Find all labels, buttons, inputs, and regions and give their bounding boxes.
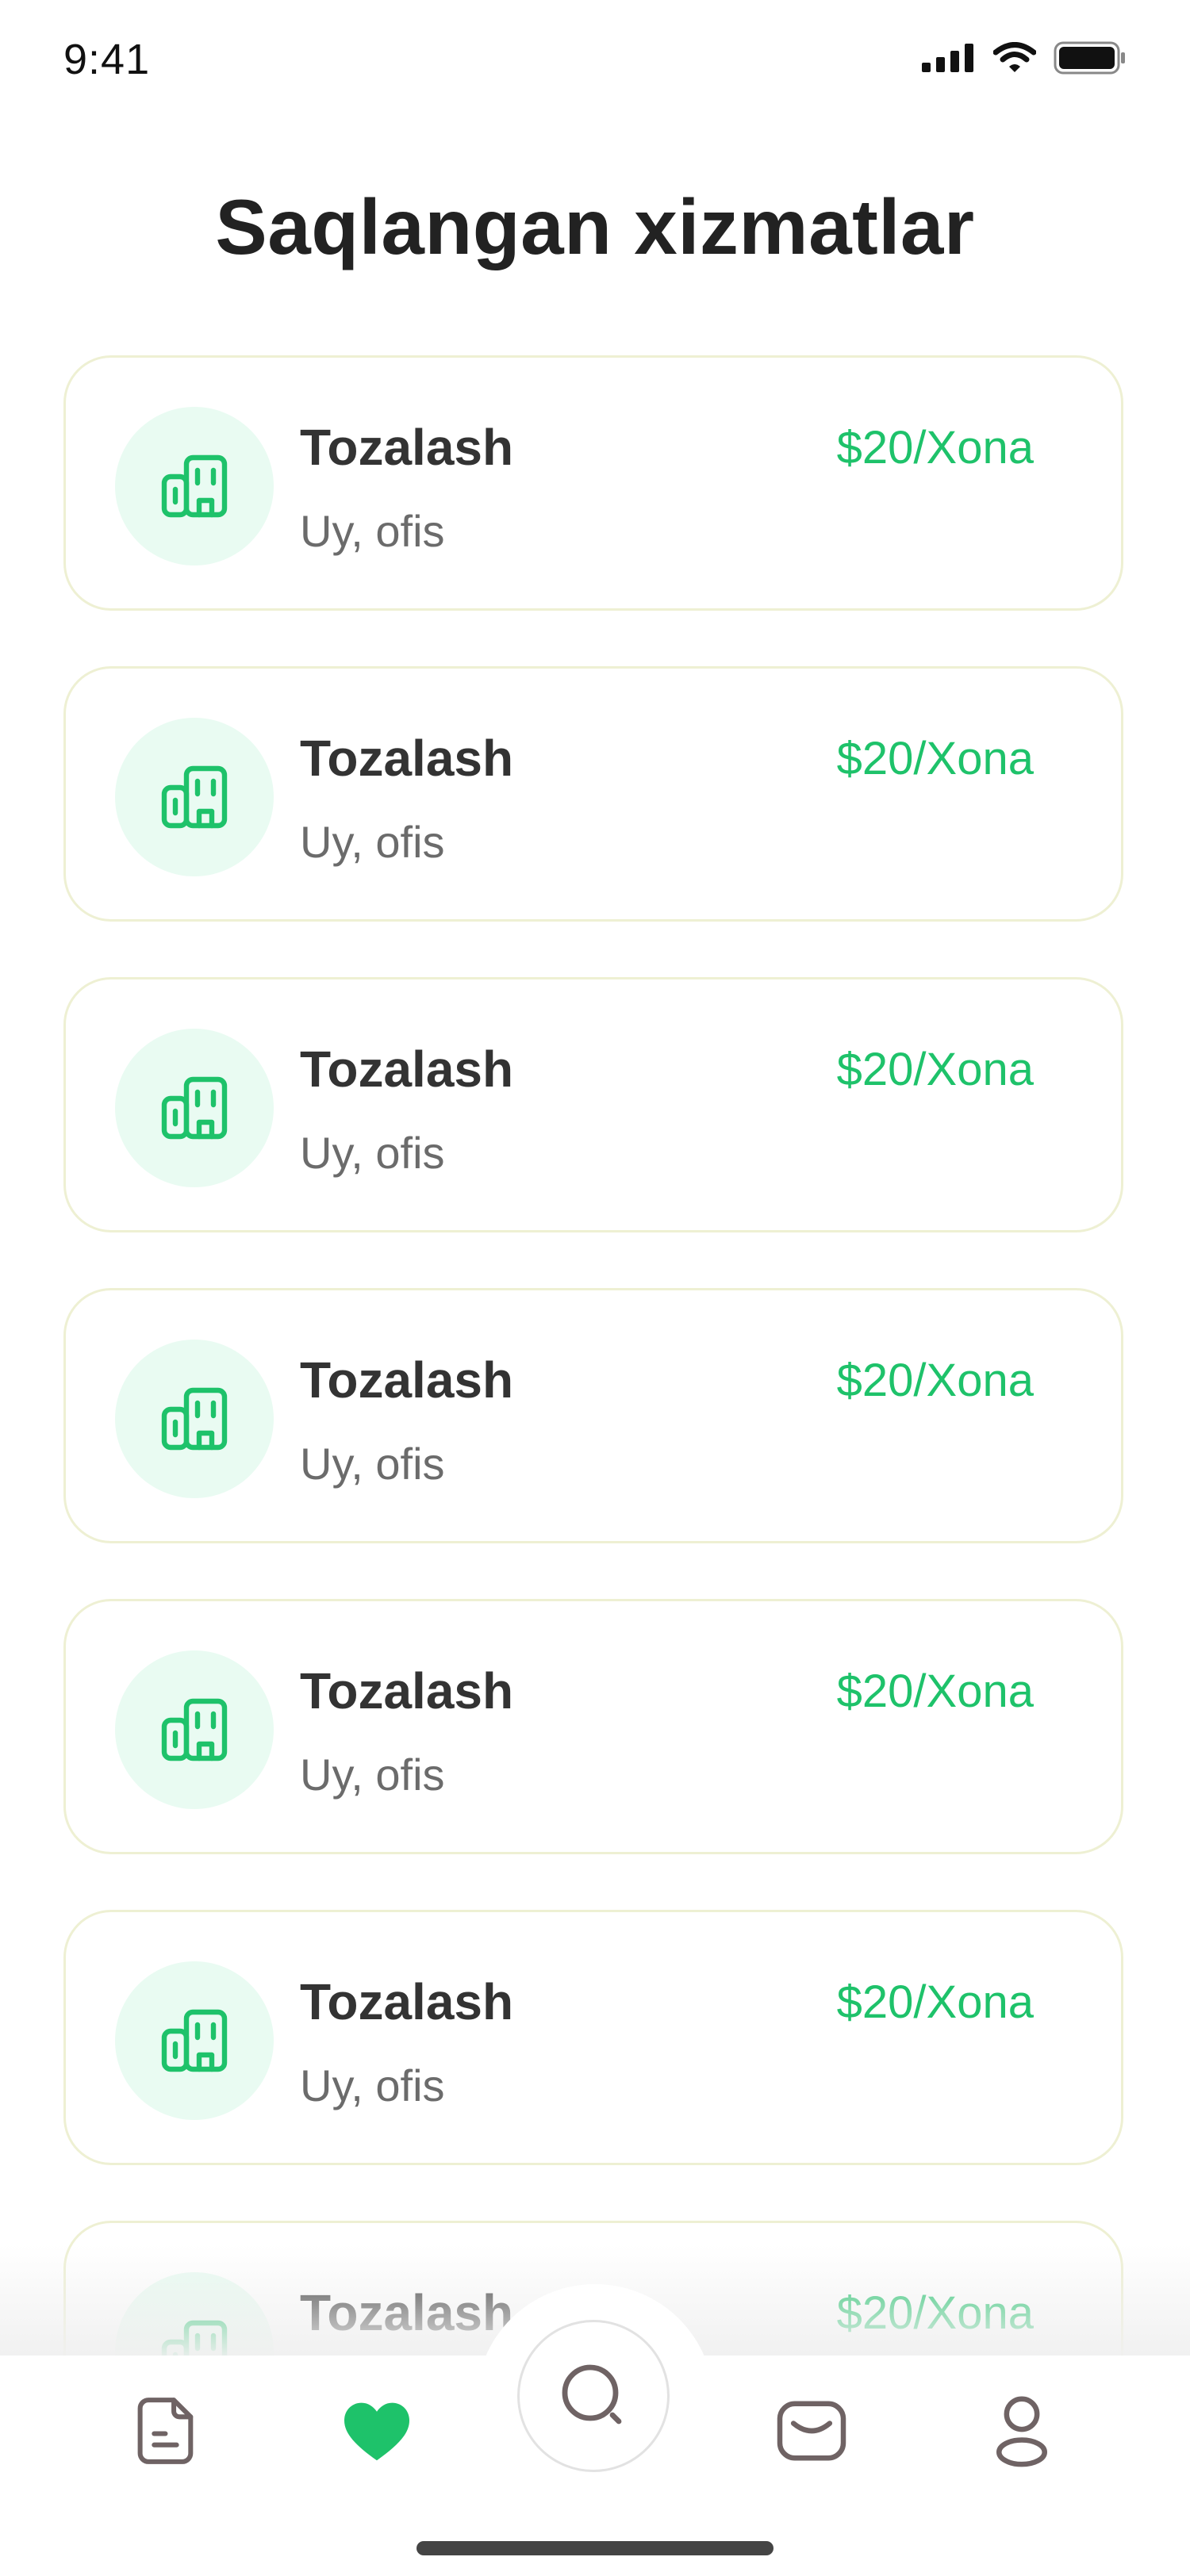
service-card[interactable]: Tozalash Uy, ofis $20/Xona xyxy=(63,1288,1123,1543)
building-icon xyxy=(161,765,228,829)
battery-icon xyxy=(1054,41,1125,75)
service-title: Tozalash xyxy=(300,1041,514,1098)
service-icon-badge xyxy=(115,1029,274,1187)
service-subtitle: Uy, ofis xyxy=(300,1750,445,1800)
profile-icon xyxy=(996,2396,1048,2467)
service-subtitle: Uy, ofis xyxy=(300,1128,445,1178)
tab-saved[interactable] xyxy=(337,2391,416,2471)
service-card[interactable]: Tozalash Uy, ofis $20/Xona xyxy=(63,666,1123,922)
service-card[interactable]: Tozalash Uy, ofis $20/Xona xyxy=(63,355,1123,611)
service-price: $20/Xona xyxy=(836,1355,1034,1406)
service-price: $20/Xona xyxy=(836,1666,1034,1717)
service-icon-badge xyxy=(115,718,274,876)
service-subtitle: Uy, ofis xyxy=(300,506,445,556)
page-title: Saqlangan xizmatlar xyxy=(215,183,975,270)
service-subtitle: Uy, ofis xyxy=(300,2060,445,2110)
service-price: $20/Xona xyxy=(836,1976,1034,2028)
home-indicator xyxy=(416,2541,774,2555)
service-icon-badge xyxy=(115,1961,274,2120)
service-title: Tozalash xyxy=(300,1662,514,1719)
service-price: $20/Xona xyxy=(836,1044,1034,1095)
tab-documents[interactable] xyxy=(129,2391,208,2471)
service-price: $20/Xona xyxy=(836,733,1034,784)
service-icon-badge xyxy=(115,1650,274,1809)
service-title: Tozalash xyxy=(300,730,514,787)
tab-profile[interactable] xyxy=(982,2391,1061,2471)
service-title: Tozalash xyxy=(300,1351,514,1409)
service-price: $20/Xona xyxy=(836,422,1034,473)
wifi-icon xyxy=(993,42,1036,72)
search-icon xyxy=(562,2364,622,2425)
status-time: 9:41 xyxy=(63,36,151,83)
heart-icon xyxy=(344,2402,409,2461)
document-icon xyxy=(137,2398,194,2464)
tab-inbox[interactable] xyxy=(772,2391,851,2471)
inbox-icon xyxy=(777,2401,846,2461)
service-card[interactable]: Tozalash Uy, ofis $20/Xona xyxy=(63,977,1123,1232)
service-icon-badge xyxy=(115,1340,274,1498)
status-icons xyxy=(922,41,1127,75)
status-bar: 9:41 xyxy=(0,0,1190,127)
service-icon-badge xyxy=(115,407,274,565)
service-card[interactable]: Tozalash Uy, ofis $20/Xona xyxy=(63,1599,1123,1854)
service-subtitle: Uy, ofis xyxy=(300,1439,445,1489)
building-icon xyxy=(161,1698,228,1761)
building-icon xyxy=(161,1076,228,1140)
search-button[interactable] xyxy=(517,2320,670,2472)
cellular-signal-icon xyxy=(922,44,973,72)
building-icon xyxy=(161,454,228,518)
service-title: Tozalash xyxy=(300,1973,514,2030)
building-icon xyxy=(161,2009,228,2072)
service-subtitle: Uy, ofis xyxy=(300,817,445,867)
building-icon xyxy=(161,1387,228,1451)
service-title: Tozalash xyxy=(300,419,514,476)
service-card[interactable]: Tozalash Uy, ofis $20/Xona xyxy=(63,1910,1123,2165)
